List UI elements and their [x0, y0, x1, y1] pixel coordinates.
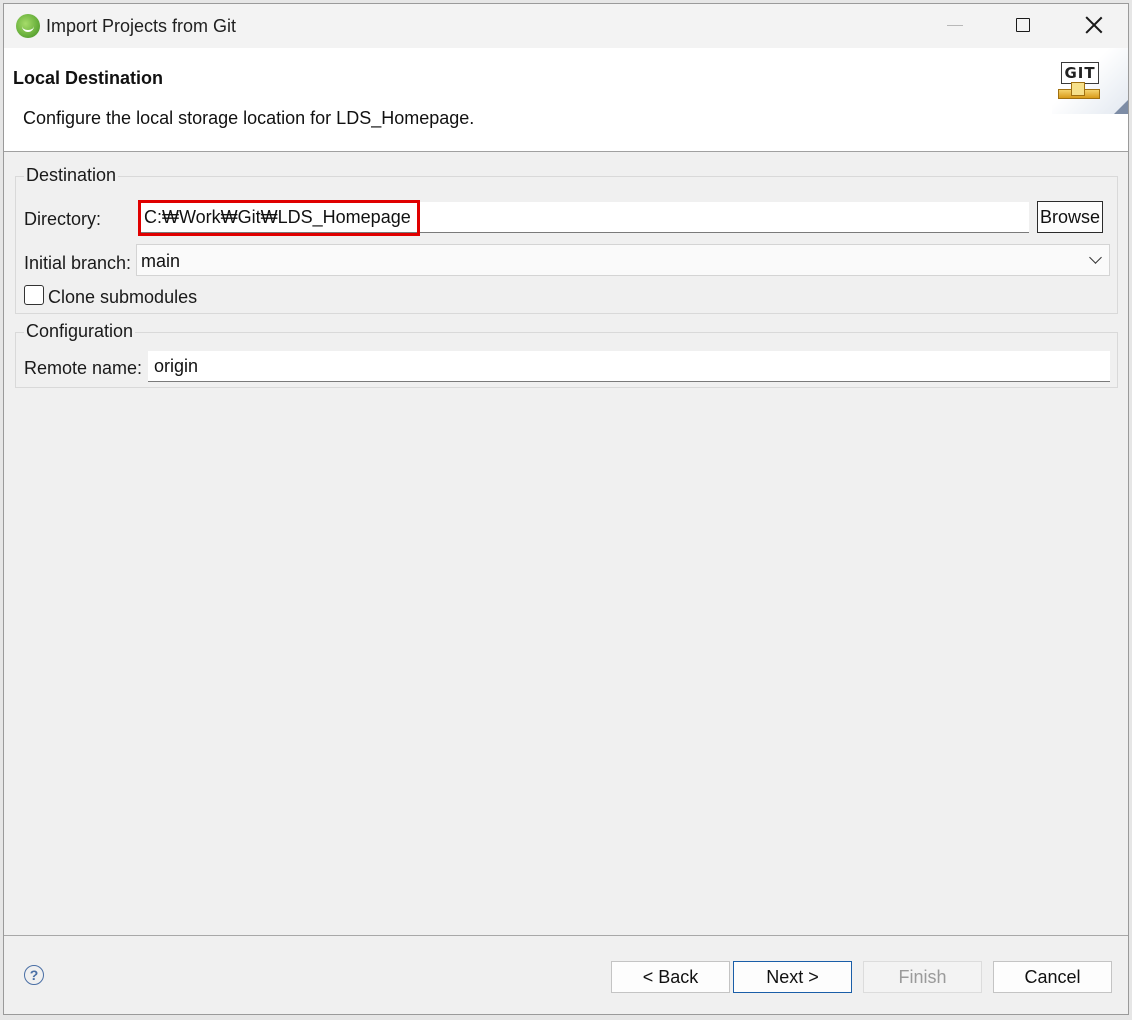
git-logo-icon: GIT [1052, 48, 1128, 114]
import-projects-dialog: Import Projects from Git Local Destinati… [3, 3, 1129, 1015]
browse-button[interactable]: Browse [1037, 201, 1103, 233]
spring-leaf-icon [16, 14, 40, 38]
window-title: Import Projects from Git [46, 16, 237, 36]
git-pipe-node [1071, 82, 1085, 96]
title-bar[interactable]: Import Projects from Git [4, 4, 1128, 48]
close-icon [1085, 16, 1103, 34]
help-icon[interactable]: ? [24, 965, 44, 985]
footer-divider [4, 935, 1128, 936]
back-button[interactable]: < Back [611, 961, 730, 993]
initial-branch-label: Initial branch: [24, 253, 132, 273]
close-button[interactable] [1059, 4, 1129, 48]
chevron-down-icon [1089, 251, 1102, 264]
git-logo-text: GIT [1061, 62, 1099, 84]
directory-input[interactable] [138, 202, 1029, 233]
maximize-icon [1016, 18, 1030, 32]
configuration-legend: Configuration [24, 321, 136, 342]
finish-button[interactable]: Finish [863, 961, 982, 993]
minimize-button[interactable] [919, 4, 989, 48]
initial-branch-select[interactable]: main [136, 244, 1110, 276]
minimize-icon [947, 25, 963, 26]
banner-corner-decoration [1114, 100, 1128, 114]
next-button[interactable]: Next > [733, 961, 852, 993]
cancel-button[interactable]: Cancel [993, 961, 1112, 993]
remote-name-label: Remote name: [24, 358, 143, 378]
configuration-group: Configuration Remote name: [15, 321, 1118, 388]
maximize-button[interactable] [989, 4, 1059, 48]
page-description: Configure the local storage location for… [23, 108, 475, 128]
clone-submodules-label[interactable]: Clone submodules [48, 287, 197, 308]
remote-name-input[interactable] [148, 351, 1110, 382]
destination-group: Destination Directory: Browse Initial br… [15, 165, 1118, 314]
page-title: Local Destination [13, 68, 164, 88]
destination-legend: Destination [24, 165, 119, 186]
clone-submodules-checkbox[interactable] [24, 285, 44, 305]
directory-label: Directory: [24, 209, 102, 229]
wizard-header: Local Destination Configure the local st… [4, 48, 1128, 152]
initial-branch-value: main [141, 251, 181, 271]
